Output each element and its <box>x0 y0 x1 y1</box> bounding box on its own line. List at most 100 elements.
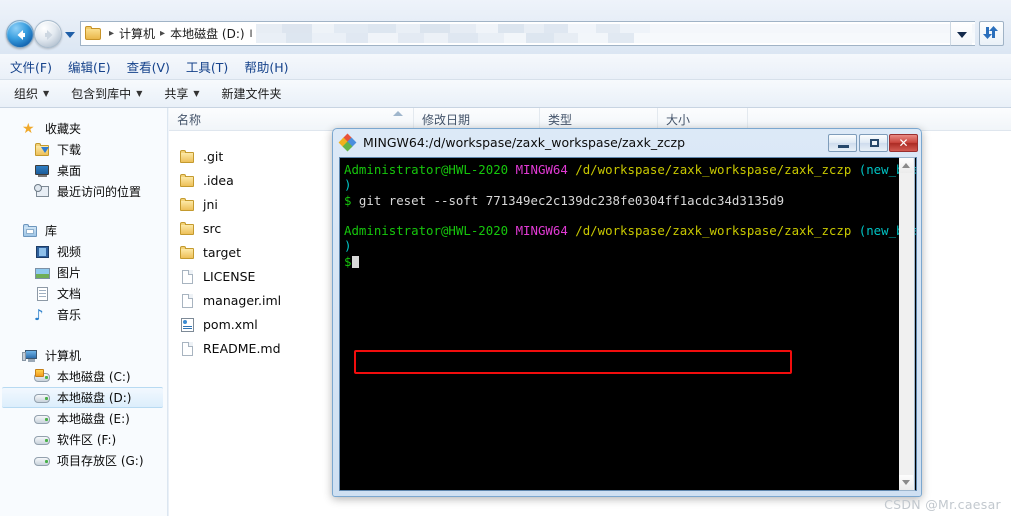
terminal-line: ) <box>344 177 900 192</box>
toolbar-share-label: 共享 <box>164 87 189 101</box>
toolbar-organize[interactable]: 组织 ▼ <box>14 85 49 102</box>
sidebar-item-videos[interactable]: 视频 <box>0 241 167 262</box>
column-label: 类型 <box>548 113 573 127</box>
maximize-icon <box>870 139 879 147</box>
sidebar-label: 项目存放区 (G:) <box>57 454 144 468</box>
nav-group-computer: 计算机 本地磁盘 (C:) 本地磁盘 (D:) 本地磁盘 (E:) 软件区 (F… <box>0 345 167 471</box>
file-icon <box>179 269 196 285</box>
minimize-icon <box>838 145 849 148</box>
menu-file[interactable]: 文件(F) <box>10 57 52 76</box>
mingw64-terminal-window[interactable]: MINGW64:/d/workspase/zaxk_workspase/zaxk… <box>332 128 922 497</box>
toolbar-share[interactable]: 共享 ▼ <box>164 85 199 102</box>
terminal-title: MINGW64:/d/workspase/zaxk_workspase/zaxk… <box>363 135 686 150</box>
terminal-segment: $ <box>344 192 359 208</box>
file-name: pom.xml <box>203 317 258 332</box>
table-row[interactable]: jni <box>179 194 218 215</box>
close-button[interactable]: ✕ <box>889 134 918 152</box>
sidebar-item-downloads[interactable]: 下载 <box>0 139 167 160</box>
toolbar-include-in-library[interactable]: 包含到库中 ▼ <box>71 85 142 102</box>
sidebar-item-recent-places[interactable]: 最近访问的位置 <box>0 181 167 202</box>
sidebar-label: 音乐 <box>57 308 82 322</box>
breadcrumb-item-local-disk-d[interactable]: 本地磁盘 (D:) <box>170 25 244 42</box>
sidebar-item-drive-c[interactable]: 本地磁盘 (C:) <box>0 366 167 387</box>
table-row[interactable]: .git <box>179 146 223 167</box>
sidebar-item-pictures[interactable]: 图片 <box>0 262 167 283</box>
terminal-line: Administrator@HWL-2020 MINGW64 /d/worksp… <box>344 162 916 177</box>
chevron-down-icon: ▼ <box>43 89 50 98</box>
documents-icon <box>34 286 51 302</box>
sidebar-item-drive-g[interactable]: 项目存放区 (G:) <box>0 450 167 471</box>
menu-view[interactable]: 查看(V) <box>127 57 170 76</box>
forward-button[interactable] <box>34 20 62 48</box>
sidebar-item-computer[interactable]: 计算机 <box>0 345 167 366</box>
terminal-screen[interactable]: Administrator@HWL-2020 MINGW64 /d/worksp… <box>339 157 917 491</box>
command-toolbar: 组织 ▼ 包含到库中 ▼ 共享 ▼ 新建文件夹 <box>0 80 1011 108</box>
navigation-pane[interactable]: ★ 收藏夹 下载 桌面 最近访问的位置 库 视频 图片 文档 ♪ 音乐 计算机 … <box>0 108 168 516</box>
menu-tools[interactable]: 工具(T) <box>186 57 228 76</box>
drive-icon <box>34 453 51 469</box>
redacted-path-region <box>255 24 975 43</box>
breadcrumb-caret: I <box>249 27 253 40</box>
scroll-down-arrow[interactable] <box>899 475 913 490</box>
terminal-segment: ) <box>344 177 352 193</box>
maximize-button[interactable] <box>859 134 888 152</box>
toolbar-include-label: 包含到库中 <box>71 87 132 101</box>
terminal-scrollbar[interactable] <box>899 157 915 491</box>
refresh-button[interactable] <box>979 21 1004 46</box>
terminal-segment: MINGW64 <box>515 223 576 239</box>
breadcrumb-item-computer[interactable]: 计算机 <box>119 25 155 42</box>
file-name: README.md <box>203 341 281 356</box>
table-row[interactable]: .idea <box>179 170 234 191</box>
scroll-up-arrow[interactable] <box>899 158 913 173</box>
file-name: src <box>203 221 222 236</box>
file-name: .idea <box>203 173 234 188</box>
address-dropdown-button[interactable] <box>950 21 972 46</box>
library-icon <box>22 223 39 239</box>
breadcrumb-bar[interactable]: ▸ 计算机 ▸ 本地磁盘 (D:) I <box>80 21 975 46</box>
folder-icon <box>179 149 196 165</box>
sidebar-item-desktop[interactable]: 桌面 <box>0 160 167 181</box>
recent-locations-dropdown[interactable] <box>64 30 76 40</box>
sidebar-item-music[interactable]: ♪ 音乐 <box>0 304 167 325</box>
folder-icon <box>179 197 196 213</box>
menu-edit[interactable]: 编辑(E) <box>68 57 111 76</box>
toolbar-new-folder[interactable]: 新建文件夹 <box>222 85 282 102</box>
sidebar-item-libraries[interactable]: 库 <box>0 220 167 241</box>
sidebar-item-favorites[interactable]: ★ 收藏夹 <box>0 118 167 139</box>
music-icon: ♪ <box>34 305 44 324</box>
sidebar-label: 软件区 (F:) <box>57 433 117 447</box>
terminal-cursor <box>352 255 360 268</box>
back-button[interactable] <box>6 20 34 48</box>
table-row[interactable]: LICENSE <box>179 266 255 287</box>
breadcrumb-separator: ▸ <box>160 27 166 39</box>
breadcrumb-separator: ▸ <box>109 27 115 39</box>
folder-icon <box>85 26 102 41</box>
table-row[interactable]: target <box>179 242 241 263</box>
sidebar-label: 本地磁盘 (E:) <box>57 412 130 426</box>
recent-places-icon <box>34 183 51 200</box>
file-icon <box>179 341 196 357</box>
terminal-segment: /d/workspase/zaxk_workspase/zaxk_zczp <box>575 162 859 177</box>
column-label: 修改日期 <box>422 113 471 127</box>
sidebar-item-documents[interactable]: 文档 <box>0 283 167 304</box>
sidebar-item-drive-e[interactable]: 本地磁盘 (E:) <box>0 408 167 429</box>
minimize-button[interactable] <box>828 134 857 152</box>
terminal-segment: MINGW64 <box>515 162 576 177</box>
table-row[interactable]: src <box>179 218 221 239</box>
table-row[interactable]: manager.iml <box>179 290 281 311</box>
sidebar-label: 下载 <box>57 143 82 157</box>
terminal-title-bar[interactable]: MINGW64:/d/workspase/zaxk_workspase/zaxk… <box>333 129 921 156</box>
table-row[interactable]: pom.xml <box>179 314 258 335</box>
watermark: CSDN @Mr.caesar <box>884 497 1001 512</box>
sidebar-item-drive-f[interactable]: 软件区 (F:) <box>0 429 167 450</box>
chevron-down-icon: ▼ <box>136 89 143 98</box>
drive-icon <box>34 411 51 427</box>
menu-help[interactable]: 帮助(H) <box>244 57 288 76</box>
xml-file-icon <box>179 317 196 333</box>
table-row[interactable]: README.md <box>179 338 281 359</box>
terminal-segment: Administrator@HWL-2020 <box>344 223 516 239</box>
file-name: jni <box>203 197 218 212</box>
star-icon: ★ <box>22 120 35 137</box>
sidebar-item-drive-d[interactable]: 本地磁盘 (D:) <box>2 387 163 408</box>
